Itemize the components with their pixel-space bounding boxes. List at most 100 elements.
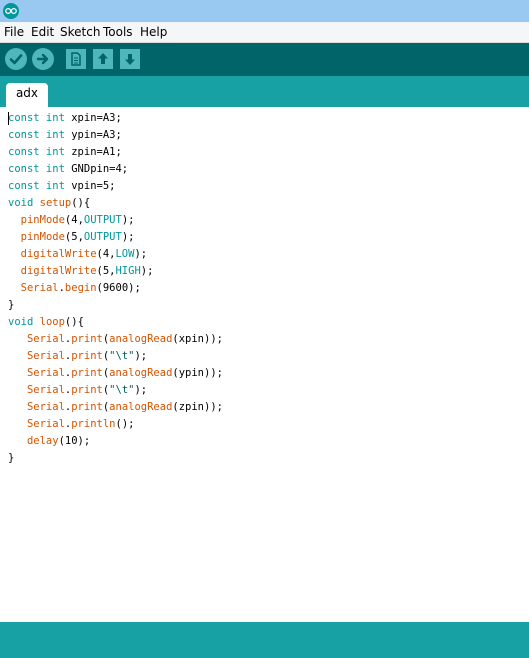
new-button[interactable] — [66, 49, 86, 69]
code-token: pinMode — [20, 214, 65, 226]
arduino-logo-icon — [3, 3, 19, 19]
code-token: (){ — [64, 316, 84, 328]
code-line: const int GNDpin=4; — [8, 161, 223, 178]
code-token: (9600); — [96, 282, 141, 294]
code-token: zpin=A1; — [64, 146, 122, 158]
code-token: analogRead — [109, 401, 173, 413]
code-token: print — [71, 350, 103, 362]
code-token: Serial — [26, 418, 65, 430]
menu-file[interactable]: File — [4, 25, 24, 39]
code-line: Serial.begin(9600); — [8, 280, 223, 297]
code-token: analogRead — [109, 333, 173, 345]
code-token: (5, — [96, 265, 116, 277]
code-token: void — [8, 316, 34, 328]
code-editor[interactable]: const int xpin=A3; const int ypin=A3; cons… — [0, 107, 529, 622]
code-line: Serial.print("\t"); — [8, 382, 223, 399]
save-button[interactable] — [120, 49, 140, 69]
code-line: delay(10); — [8, 433, 223, 450]
code-token: begin — [64, 282, 97, 294]
code-token: xpin=A3; — [64, 112, 122, 124]
code-token: ); — [140, 265, 154, 277]
code-token: print — [71, 367, 103, 379]
code-line: void setup(){ — [8, 195, 223, 212]
code-line: void loop(){ — [8, 314, 223, 331]
code-line: Serial.print(analogRead(xpin)); — [8, 331, 223, 348]
arrow-down-icon — [125, 54, 135, 65]
code-line: Serial.print(analogRead(ypin)); — [8, 365, 223, 382]
title-bar — [0, 0, 529, 22]
code-line: const int vpin=5; — [8, 178, 223, 195]
code-token: (4, — [96, 248, 116, 260]
code-line: } — [8, 297, 223, 314]
code-token: ); — [121, 231, 135, 243]
code-text: const int xpin=A3; const int ypin=A3; cons… — [8, 110, 223, 467]
verify-button[interactable] — [5, 48, 27, 70]
code-line: Serial.println(); — [8, 416, 223, 433]
code-token: Serial — [26, 384, 65, 396]
open-button[interactable] — [93, 49, 113, 69]
menu-tools[interactable]: Tools — [103, 25, 133, 39]
code-token: print — [71, 401, 103, 413]
code-token: ); — [134, 350, 148, 362]
code-token: digitalWrite — [20, 248, 97, 260]
code-token: Serial — [26, 367, 65, 379]
code-token: (5, — [64, 231, 84, 243]
code-token: (xpin)); — [172, 333, 223, 345]
toolbar — [0, 43, 529, 76]
code-token: pinMode — [20, 231, 65, 243]
code-token: LOW — [115, 248, 135, 260]
code-token: const int — [8, 146, 65, 158]
file-icon — [71, 52, 81, 66]
menu-help[interactable]: Help — [140, 25, 167, 39]
code-token: } — [8, 452, 15, 464]
code-token: GNDpin=4; — [64, 163, 129, 175]
upload-button[interactable] — [32, 48, 54, 70]
code-token: (){ — [71, 197, 91, 209]
code-token: ); — [134, 384, 148, 396]
code-token: print — [71, 333, 103, 345]
tab-bar: adx — [0, 76, 529, 107]
tab-adx[interactable]: adx — [6, 83, 48, 107]
code-token: Serial — [26, 401, 65, 413]
code-token: loop — [39, 316, 65, 328]
code-line: Serial.print(analogRead(zpin)); — [8, 399, 223, 416]
code-token: println — [71, 418, 116, 430]
code-token: delay — [26, 435, 59, 447]
code-line: const int xpin=A3; — [8, 110, 223, 127]
code-token: ); — [134, 248, 148, 260]
code-token: (); — [115, 418, 135, 430]
code-token: const int — [8, 129, 65, 141]
code-token: (4, — [64, 214, 84, 226]
code-token: "\t" — [109, 350, 135, 362]
menu-edit[interactable]: Edit — [31, 25, 54, 39]
code-token: void — [8, 197, 34, 209]
code-token: } — [8, 299, 15, 311]
code-token: const int — [8, 163, 65, 175]
code-token: setup — [39, 197, 72, 209]
code-line: pinMode(4,OUTPUT); — [8, 212, 223, 229]
code-line: digitalWrite(4,LOW); — [8, 246, 223, 263]
arrow-up-icon — [98, 53, 108, 64]
code-line: const int zpin=A1; — [8, 144, 223, 161]
code-token: Serial — [26, 333, 65, 345]
code-token: digitalWrite — [20, 265, 97, 277]
code-token: Serial — [20, 282, 59, 294]
code-token: (zpin)); — [172, 401, 223, 413]
code-token: (ypin)); — [172, 367, 223, 379]
code-token: Serial — [26, 350, 65, 362]
code-token: const int — [8, 112, 65, 124]
menu-sketch[interactable]: Sketch — [60, 25, 100, 39]
text-cursor — [8, 112, 9, 125]
